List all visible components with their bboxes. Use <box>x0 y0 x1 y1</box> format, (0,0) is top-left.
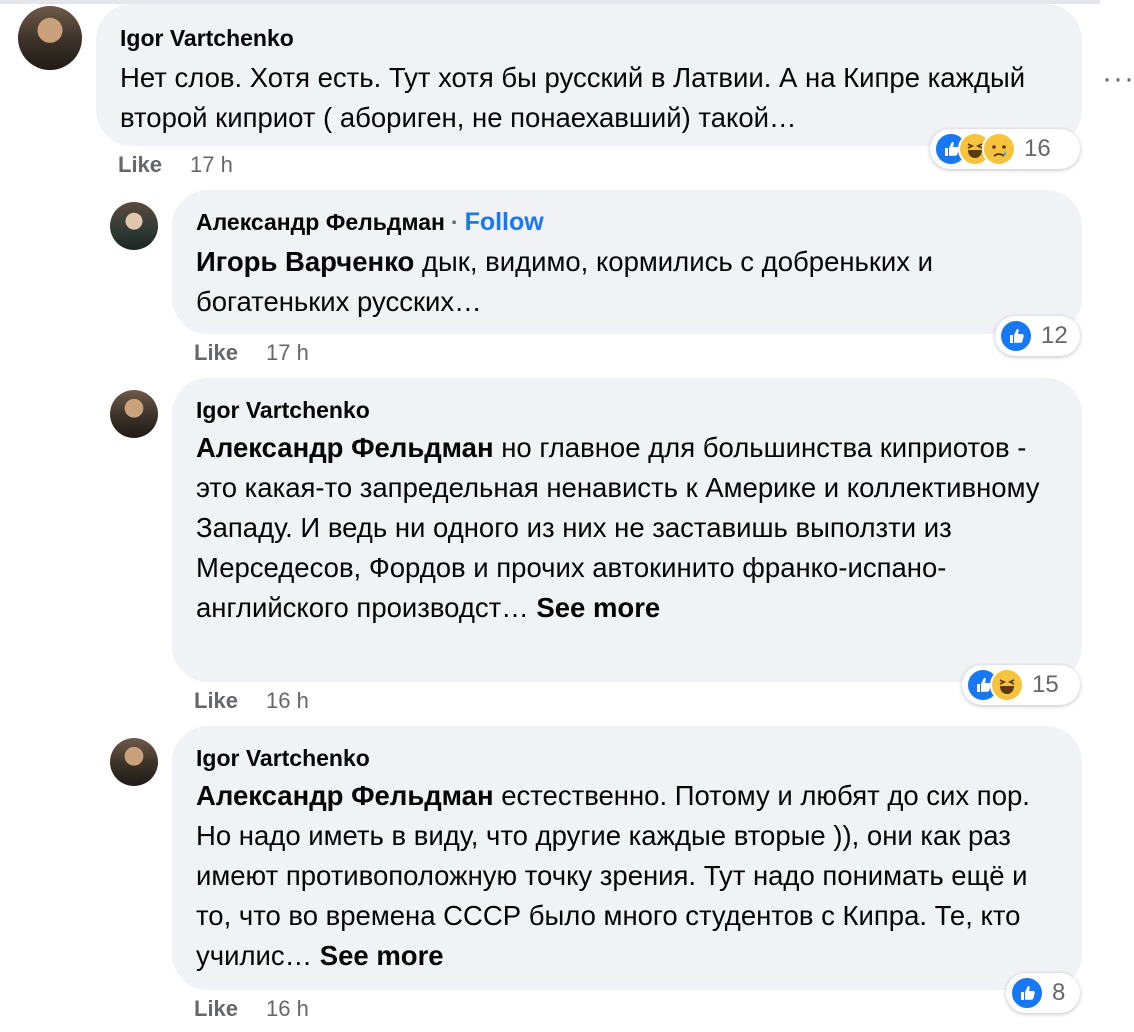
like-reaction-icon <box>1010 976 1044 1010</box>
like-reaction-icon <box>999 319 1033 353</box>
reaction-count: 15 <box>1032 671 1059 698</box>
comment-time[interactable]: 16 h <box>266 688 309 713</box>
avatar[interactable] <box>110 202 158 250</box>
reaction-count: 12 <box>1041 322 1068 349</box>
follow-button[interactable]: Follow <box>465 208 544 236</box>
reactions-summary[interactable]: 12 <box>995 316 1080 356</box>
comment-time[interactable]: 16 h <box>266 996 309 1021</box>
comment-header: Александр Фельдман · Follow <box>196 206 1058 238</box>
comment-author[interactable]: Александр Фельдман <box>196 209 445 235</box>
reactions-summary[interactable]: 8 <box>1006 973 1080 1013</box>
comment-bubble: Igor Vartchenko Нет слов. Хотя есть. Тут… <box>96 4 1082 146</box>
like-button[interactable]: Like <box>194 996 238 1021</box>
like-button[interactable]: Like <box>118 152 162 177</box>
comment-actions: Like 16 h <box>194 688 309 714</box>
reaction-count: 16 <box>1024 135 1051 162</box>
comment-actions: Like 17 h <box>118 152 233 178</box>
like-button[interactable]: Like <box>194 688 238 713</box>
mention-link[interactable]: Александр Фельдман <box>196 432 494 463</box>
see-more-link[interactable]: See more <box>536 592 660 623</box>
avatar[interactable] <box>110 738 158 786</box>
see-more-link[interactable]: See more <box>320 940 444 971</box>
follow-separator: · <box>450 209 459 235</box>
haha-reaction-icon <box>990 668 1024 702</box>
comment-text: Игорь Варченко дык, видимо, кормились с … <box>196 242 1058 322</box>
reaction-count: 8 <box>1052 979 1066 1006</box>
avatar[interactable] <box>110 390 158 438</box>
comment-bubble: Igor Vartchenko Александр Фельдман естес… <box>172 726 1082 990</box>
mention-link[interactable]: Александр Фельдман <box>196 780 494 811</box>
comment-actions: Like 16 h <box>194 996 309 1022</box>
comment-author[interactable]: Igor Vartchenko <box>196 394 1058 426</box>
avatar[interactable] <box>18 6 82 70</box>
reactions-summary[interactable]: 16 <box>930 129 1080 169</box>
comment-bubble: Igor Vartchenko Александр Фельдман но гл… <box>172 378 1082 682</box>
like-button[interactable]: Like <box>194 340 238 365</box>
more-options-button[interactable]: ··· <box>1102 62 1134 96</box>
reactions-summary[interactable]: 15 <box>962 665 1080 705</box>
comment-author[interactable]: Igor Vartchenko <box>120 22 1058 54</box>
comment-time[interactable]: 17 h <box>266 340 309 365</box>
comment-text: Александр Фельдман но главное для больши… <box>196 428 1058 628</box>
comment-time[interactable]: 17 h <box>190 152 233 177</box>
comment-text: Александр Фельдман естественно. Потому и… <box>196 776 1058 976</box>
comment-author[interactable]: Igor Vartchenko <box>196 742 1058 774</box>
comment-text: Нет слов. Хотя есть. Тут хотя бы русский… <box>120 62 1026 133</box>
comment-actions: Like 17 h <box>194 340 309 366</box>
sad-reaction-icon <box>982 132 1016 166</box>
mention-link[interactable]: Игорь Варченко <box>196 246 414 277</box>
comment-bubble: Александр Фельдман · Follow Игорь Варченко… <box>172 190 1082 334</box>
